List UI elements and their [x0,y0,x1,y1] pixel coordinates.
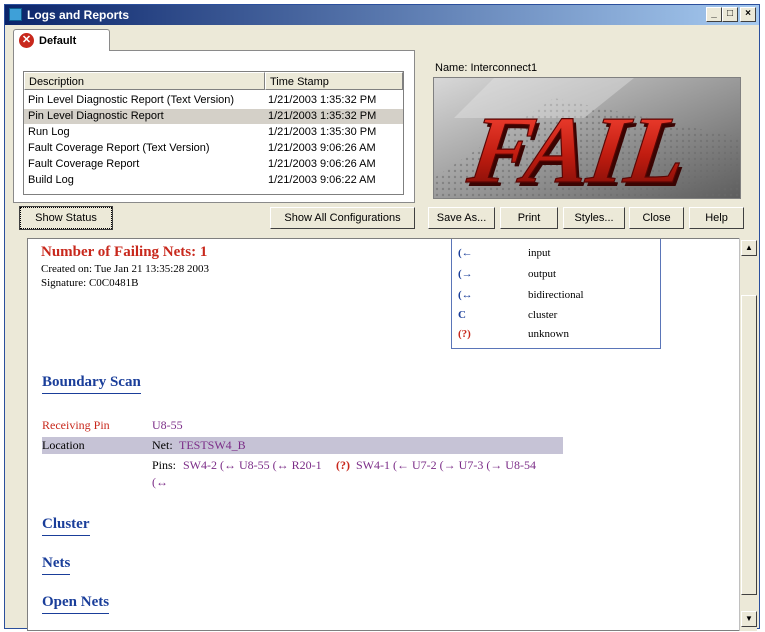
boundary-scan-link[interactable]: Boundary Scan [42,374,141,394]
list-item-selected[interactable]: Pin Level Diagnostic Report 1/21/2003 1:… [24,109,403,124]
list-item-description: Pin Level Diagnostic Report (Text Versio… [28,94,235,106]
logs-and-reports-window: Logs and Reports _ □ × ✕ Default Descrip… [4,4,760,631]
preview-name-label: Name: Interconnect1 [435,62,538,74]
legend-label: output [528,268,557,280]
unknown-icon: (?) [458,328,471,340]
legend-label: bidirectional [528,289,584,301]
signature-text: Signature: C0C0481B [41,277,139,289]
list-item-description: Pin Level Diagnostic Report [28,110,164,122]
pins-label: Pins: [152,458,177,472]
scroll-thumb[interactable] [741,295,757,595]
tab-default[interactable]: ✕ Default [13,29,110,51]
list-item-time: 1/21/2003 9:06:26 AM [268,142,376,154]
unknown-pin-icon: (?) [336,458,350,472]
input-icon: (← [458,247,473,259]
list-item[interactable]: Run Log 1/21/2003 1:35:30 PM [24,125,403,140]
report-view[interactable]: Number of Failing Nets: 1 Created on: Tu… [27,238,743,631]
close-button[interactable]: Close [629,207,684,229]
pins-list-part2[interactable]: SW4-1 (← U7-2 (→ U7-3 (→ U8-54 [356,458,536,473]
show-status-button[interactable]: Show Status [19,206,113,230]
direction-legend: (← input (→ output (↔ bidirectional C cl… [451,239,661,349]
list-item-description: Run Log [28,126,70,138]
save-as-button[interactable]: Save As... [428,207,495,229]
reports-list[interactable]: Description Time Stamp Pin Level Diagnos… [23,71,404,195]
list-item-time: 1/21/2003 1:35:32 PM [268,110,377,122]
list-item-description: Build Log [28,174,74,186]
created-on-text: Created on: Tue Jan 21 13:35:28 2003 [41,263,210,275]
open-nets-link[interactable]: Open Nets [42,594,110,614]
list-item[interactable]: Fault Coverage Report 1/21/2003 9:06:26 … [24,157,403,172]
scroll-down-icon[interactable]: ▼ [741,611,757,627]
list-item[interactable]: Build Log 1/21/2003 9:06:22 AM [24,173,403,188]
legend-label: unknown [528,328,569,340]
column-header-timestamp[interactable]: Time Stamp [265,72,403,90]
pins-list-part1[interactable]: SW4-2 (↔ U8-55 (↔ R20-1 [183,458,322,473]
list-item-time: 1/21/2003 1:35:30 PM [268,126,377,138]
app-icon [9,8,22,21]
list-item-description: Fault Coverage Report (Text Version) [28,142,210,154]
receiving-pin-label: Receiving Pin [42,418,110,432]
title-bar[interactable]: Logs and Reports _ □ × [5,5,759,25]
list-item-time: 1/21/2003 9:06:26 AM [268,158,376,170]
help-button[interactable]: Help [689,207,744,229]
nets-link[interactable]: Nets [42,555,71,575]
list-item[interactable]: Pin Level Diagnostic Report (Text Versio… [24,93,403,108]
location-label: Location [42,438,85,452]
legend-label: cluster [528,309,558,321]
minimize-button[interactable]: _ [706,7,722,22]
fail-text: FAIL [462,96,693,199]
styles-button[interactable]: Styles... [563,207,625,229]
fail-preview-image: FAIL FAIL [433,77,741,199]
list-item[interactable]: Fault Coverage Report (Text Version) 1/2… [24,141,403,156]
legend-label: input [528,247,551,259]
list-item-time: 1/21/2003 1:35:32 PM [268,94,377,106]
tab-label: Default [39,35,77,47]
net-label: Net: [152,438,173,452]
pins-list-part3[interactable]: (↔ [152,475,168,490]
error-icon: ✕ [19,33,34,48]
close-window-button[interactable]: × [740,7,756,22]
list-item-time: 1/21/2003 9:06:22 AM [268,174,376,186]
show-all-configurations-button[interactable]: Show All Configurations [270,207,415,229]
net-value[interactable]: TESTSW4_B [179,438,246,453]
failing-nets-heading: Number of Failing Nets: 1 [41,244,208,260]
list-item-description: Fault Coverage Report [28,158,140,170]
print-button[interactable]: Print [500,207,558,229]
maximize-button[interactable]: □ [722,7,738,22]
bidirectional-icon: (↔ [458,289,473,301]
location-row [42,437,563,454]
cluster-link[interactable]: Cluster [42,516,90,536]
output-icon: (→ [458,268,473,280]
receiving-pin-value[interactable]: U8-55 [152,418,183,433]
column-header-description[interactable]: Description [24,72,265,90]
cluster-icon: C [458,309,466,321]
window-title: Logs and Reports [27,8,130,22]
vertical-scrollbar[interactable]: ▲ ▼ [739,238,757,631]
scroll-up-icon[interactable]: ▲ [741,240,757,256]
